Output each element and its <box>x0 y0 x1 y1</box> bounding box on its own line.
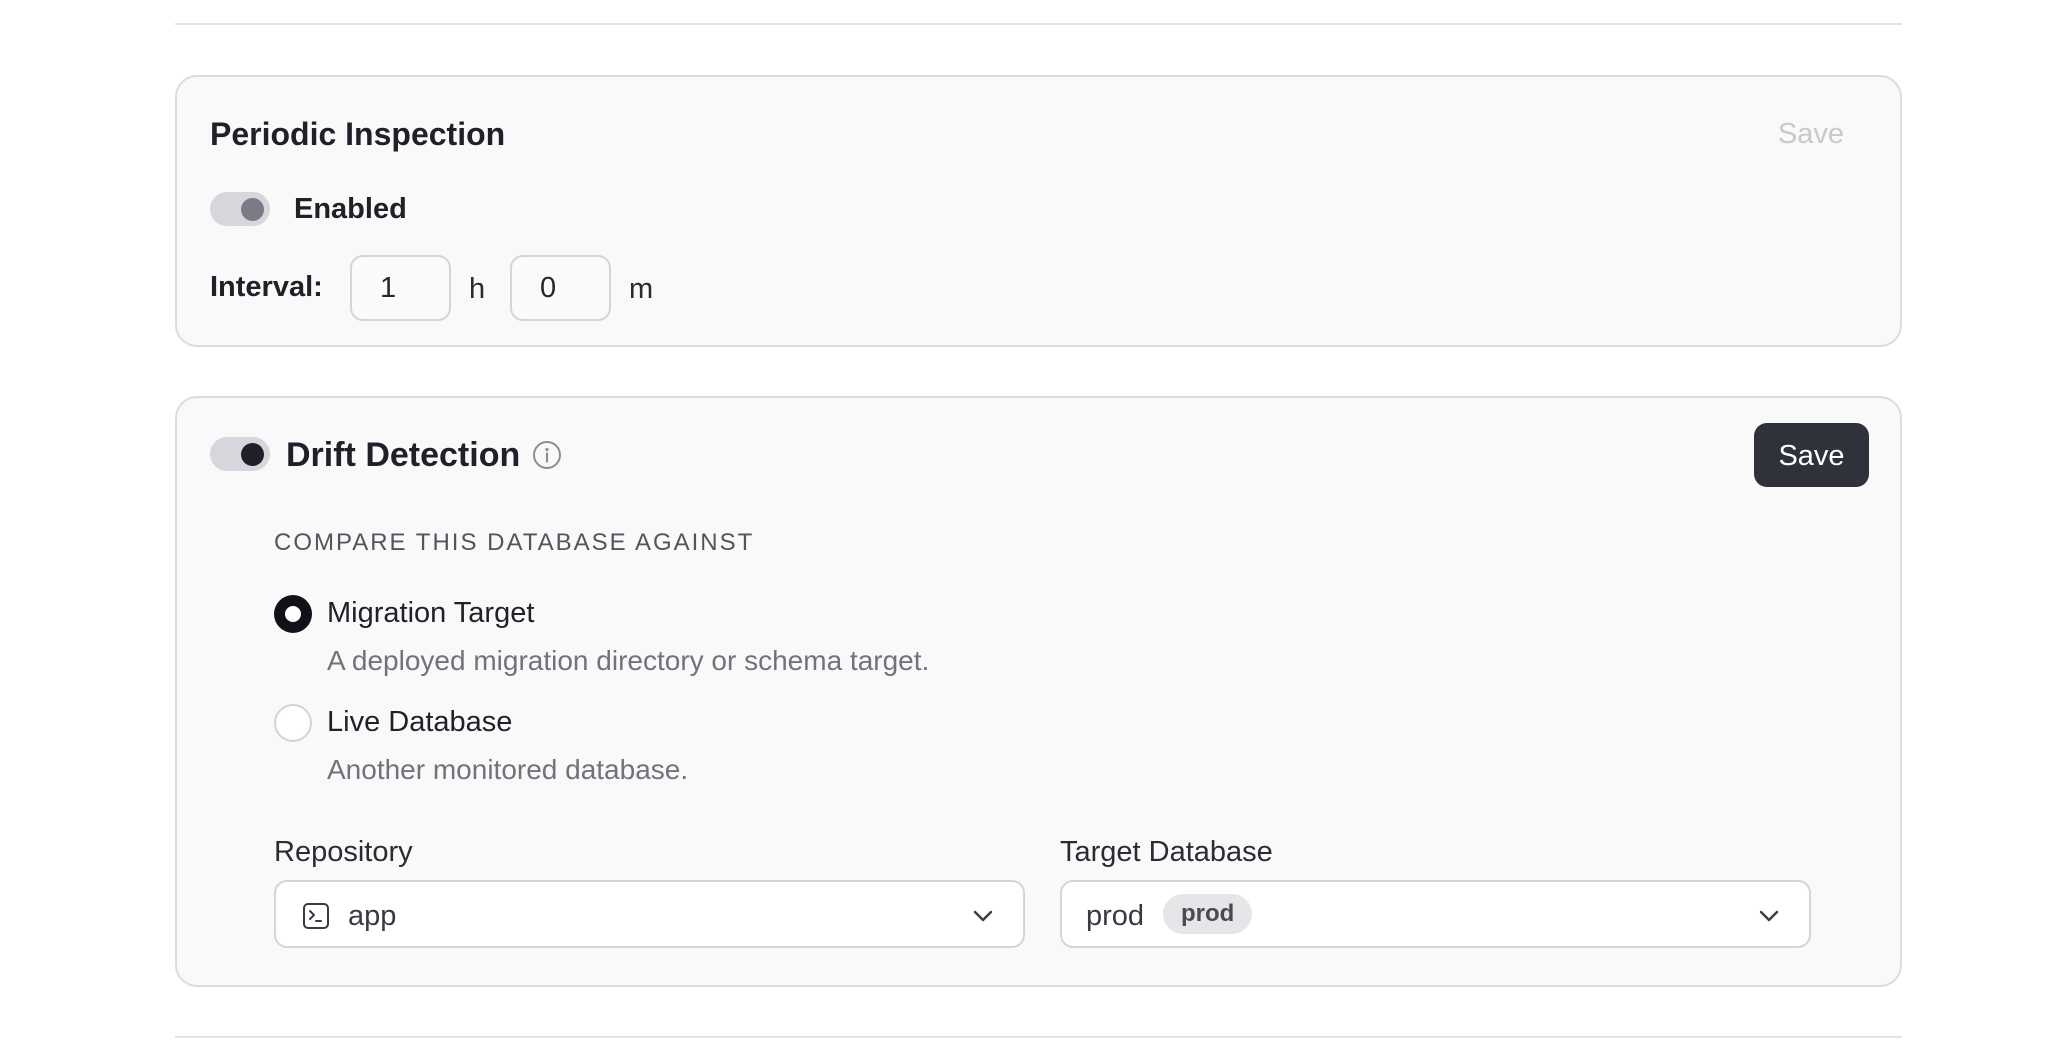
toggle-knob <box>241 198 264 221</box>
target-database-value: prod <box>1086 900 1145 932</box>
terminal-icon <box>303 903 329 929</box>
drift-detection-card: Drift Detection Save COMPARE THIS DATABA… <box>175 396 1902 987</box>
migration-target-description: A deployed migration directory or schema… <box>327 645 930 676</box>
live-database-radio[interactable] <box>274 704 312 742</box>
chevron-down-icon <box>973 910 993 922</box>
compare-heading: COMPARE THIS DATABASE AGAINST <box>274 529 755 556</box>
migration-target-label[interactable]: Migration Target <box>327 599 534 628</box>
target-database-label: Target Database <box>1060 836 1273 868</box>
interval-label: Interval: <box>210 271 323 303</box>
hours-unit-label: h <box>469 273 486 305</box>
live-database-label[interactable]: Live Database <box>327 708 512 737</box>
target-database-select[interactable]: prod prod <box>1060 880 1811 948</box>
toggle-knob <box>241 443 264 466</box>
migration-target-radio[interactable] <box>274 595 312 633</box>
environment-badge: prod <box>1163 894 1253 934</box>
enabled-label: Enabled <box>294 193 407 225</box>
periodic-inspection-title: Periodic Inspection <box>210 116 506 152</box>
drift-detection-toggle[interactable] <box>210 437 270 471</box>
info-icon[interactable] <box>532 440 562 470</box>
bottom-divider <box>175 1036 1902 1038</box>
periodic-inspection-save-button[interactable]: Save <box>1778 120 1844 149</box>
periodic-inspection-toggle[interactable] <box>210 192 270 226</box>
minutes-unit-label: m <box>629 273 654 305</box>
repository-select[interactable]: app <box>274 880 1025 948</box>
periodic-inspection-card: Periodic Inspection Save Enabled Interva… <box>175 75 1902 347</box>
drift-detection-title: Drift Detection <box>286 436 521 474</box>
live-database-description: Another monitored database. <box>327 754 689 785</box>
interval-hours-input[interactable]: 1 <box>350 255 451 321</box>
repository-value: app <box>348 900 397 932</box>
drift-detection-save-button[interactable]: Save <box>1754 423 1869 487</box>
chevron-down-icon <box>1759 910 1779 922</box>
repository-label: Repository <box>274 836 413 868</box>
top-divider <box>175 23 1902 25</box>
interval-minutes-input[interactable]: 0 <box>510 255 611 321</box>
